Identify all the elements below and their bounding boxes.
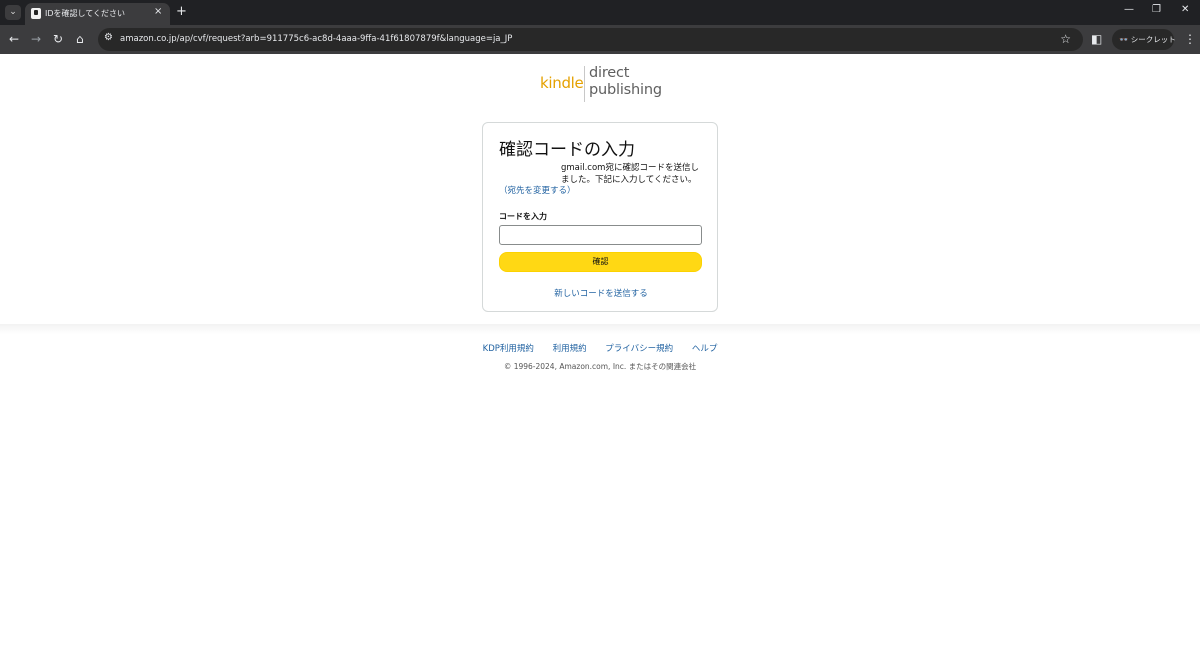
minimize-icon[interactable]: — xyxy=(1124,4,1134,15)
url-text[interactable]: amazon.co.jp/ap/cvf/request?arb=911775c6… xyxy=(120,34,512,44)
bookmark-star-icon[interactable]: ☆ xyxy=(1060,32,1071,46)
restore-icon[interactable]: ❐ xyxy=(1152,4,1161,15)
amazon-favicon-icon xyxy=(31,8,41,19)
address-bar[interactable]: ⚙ amazon.co.jp/ap/cvf/request?arb=911775… xyxy=(98,28,1083,51)
confirm-button[interactable]: 確認 xyxy=(499,252,702,272)
code-label: コードを入力 xyxy=(499,212,547,221)
reload-icon[interactable]: ↻ xyxy=(53,32,63,46)
code-input[interactable] xyxy=(499,225,702,245)
footer-link-kdp-terms[interactable]: KDP利用規約 xyxy=(483,344,534,354)
copyright: © 1996-2024, Amazon.com, Inc. またはその関連会社 xyxy=(503,362,697,371)
footer-link-privacy[interactable]: プライバシー規約 xyxy=(605,344,673,354)
site-info-icon[interactable]: ⚙ xyxy=(104,32,113,43)
kdp-logo[interactable]: kindle direct publishing xyxy=(540,65,662,102)
incognito-icon: 👓 xyxy=(1119,35,1129,44)
tab-search-button[interactable]: ⌄ xyxy=(5,5,21,20)
tab-title: IDを確認してください xyxy=(45,9,126,18)
menu-icon[interactable]: ⋮ xyxy=(1184,32,1196,46)
incognito-badge[interactable]: 👓 シークレット xyxy=(1112,29,1176,50)
logo-publishing-text: publishing xyxy=(589,82,662,98)
logo-divider xyxy=(584,66,585,102)
change-recipient-link[interactable]: （宛先を変更する） xyxy=(499,186,576,196)
footer-links: KDP利用規約 利用規約 プライバシー規約 ヘルプ xyxy=(0,342,1200,354)
home-icon[interactable]: ⌂ xyxy=(76,32,84,46)
forward-icon[interactable]: → xyxy=(31,32,41,46)
browser-toolbar: ← → ↻ ⌂ ⚙ amazon.co.jp/ap/cvf/request?ar… xyxy=(0,25,1200,54)
browser-tab[interactable]: IDを確認してください × xyxy=(25,3,170,25)
logo-direct-text: direct xyxy=(589,65,630,81)
logo-direct-publishing: direct publishing xyxy=(589,65,662,99)
verification-card: 確認コードの入力 gmail.com宛に確認コードを送信しました。下記に入力して… xyxy=(482,122,718,312)
logo-kindle-text: kindle xyxy=(540,74,584,92)
close-tab-icon[interactable]: × xyxy=(154,6,162,17)
verification-description: gmail.com宛に確認コードを送信しました。下記に入力してください。 （宛先… xyxy=(499,163,705,198)
description-text: gmail.com宛に確認コードを送信しました。下記に入力してください。 xyxy=(561,163,699,185)
new-tab-button[interactable]: + xyxy=(176,4,187,19)
page-title: 確認コードの入力 xyxy=(499,140,635,160)
side-panel-icon[interactable]: ◧ xyxy=(1091,32,1102,46)
section-divider xyxy=(0,324,1200,334)
footer-link-help[interactable]: ヘルプ xyxy=(692,344,718,354)
browser-tab-bar: ⌄ IDを確認してください × + — ❐ ✕ xyxy=(0,0,1200,25)
resend-code-link[interactable]: 新しいコードを送信する xyxy=(483,287,719,299)
footer-link-terms[interactable]: 利用規約 xyxy=(553,344,587,354)
close-window-icon[interactable]: ✕ xyxy=(1181,4,1189,15)
back-icon[interactable]: ← xyxy=(9,32,19,46)
incognito-label: シークレット xyxy=(1130,35,1176,44)
